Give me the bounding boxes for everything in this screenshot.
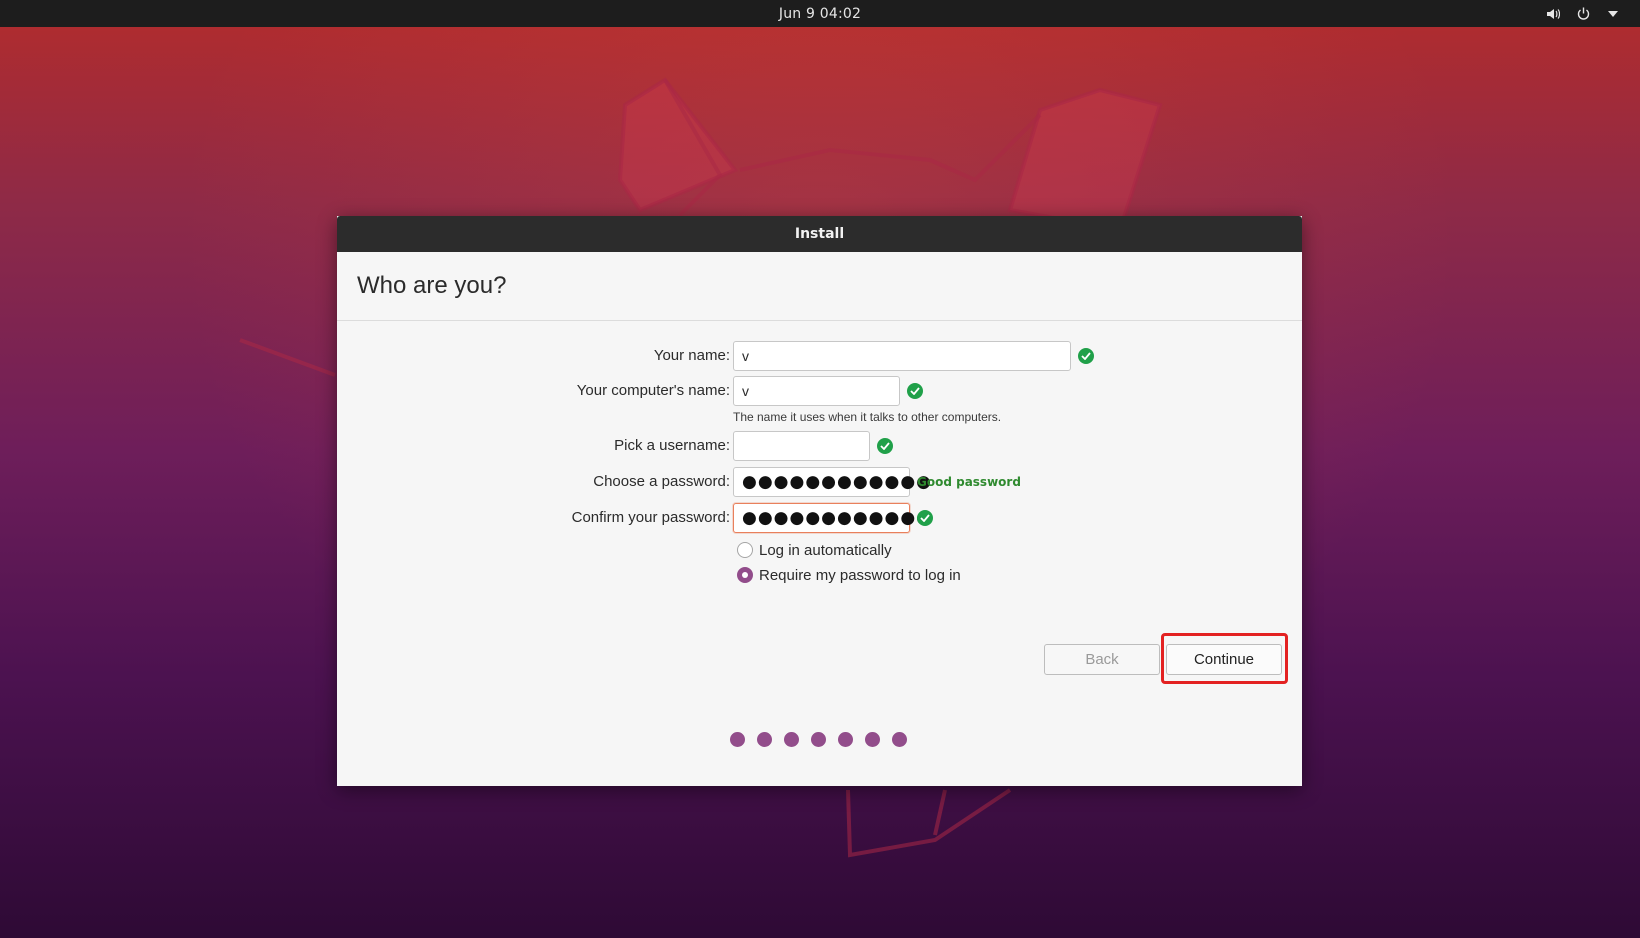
- require-password-label: Require my password to log in: [759, 566, 961, 584]
- password-strength: Good password: [917, 475, 1021, 489]
- login-automatically-option[interactable]: Log in automatically: [737, 539, 892, 561]
- your-name-row: Your name:: [337, 341, 1302, 371]
- username-row: Pick a username:: [337, 431, 1302, 461]
- password-input[interactable]: ●●●●●●●●●●●●: [733, 467, 931, 497]
- menu-arrow-icon[interactable]: [1604, 5, 1622, 23]
- computer-name-hint: The name it uses when it talks to other …: [733, 410, 1002, 424]
- radio-selected[interactable]: [737, 567, 753, 583]
- login-automatically-label: Log in automatically: [759, 541, 892, 559]
- computer-name-input[interactable]: [733, 376, 900, 406]
- progress-dot: [811, 732, 826, 747]
- password-label: Choose a password:: [593, 473, 730, 490]
- progress-dot: [892, 732, 907, 747]
- confirm-password-row: Confirm your password: ●●●●●●●●●●●●: [337, 503, 1302, 533]
- password-mask: ●●●●●●●●●●●●: [742, 472, 933, 492]
- your-name-label: Your name:: [653, 347, 730, 364]
- your-name-input[interactable]: [733, 341, 1071, 371]
- confirm-password-input[interactable]: ●●●●●●●●●●●●: [733, 503, 931, 533]
- system-tray[interactable]: [1544, 0, 1622, 27]
- password-row: Choose a password: ●●●●●●●●●●●● Good pas…: [337, 467, 1302, 497]
- require-password-option[interactable]: Require my password to log in: [737, 564, 961, 586]
- progress-dot: [838, 732, 853, 747]
- power-icon[interactable]: [1574, 5, 1592, 23]
- confirm-password-label: Confirm your password:: [571, 509, 730, 526]
- form-area: Your name: Your computer's name: The nam…: [337, 0, 1302, 938]
- username-label: Pick a username:: [614, 437, 730, 454]
- valid-check-icon: [877, 438, 893, 454]
- step-progress-dots: [730, 732, 907, 747]
- username-input[interactable]: [733, 431, 870, 461]
- continue-button[interactable]: Continue: [1166, 644, 1282, 675]
- computer-name-row: Your computer's name:: [337, 376, 1302, 406]
- valid-check-icon: [917, 510, 933, 526]
- progress-dot: [730, 732, 745, 747]
- progress-dot: [784, 732, 799, 747]
- progress-dot: [757, 732, 772, 747]
- valid-check-icon: [907, 383, 923, 399]
- confirm-password-mask: ●●●●●●●●●●●●: [742, 508, 933, 528]
- computer-name-label: Your computer's name:: [576, 382, 730, 399]
- radio-unselected[interactable]: [737, 542, 753, 558]
- progress-dot: [865, 732, 880, 747]
- valid-check-icon: [1078, 348, 1094, 364]
- speaker-icon[interactable]: [1544, 5, 1562, 23]
- back-button[interactable]: Back: [1044, 644, 1160, 675]
